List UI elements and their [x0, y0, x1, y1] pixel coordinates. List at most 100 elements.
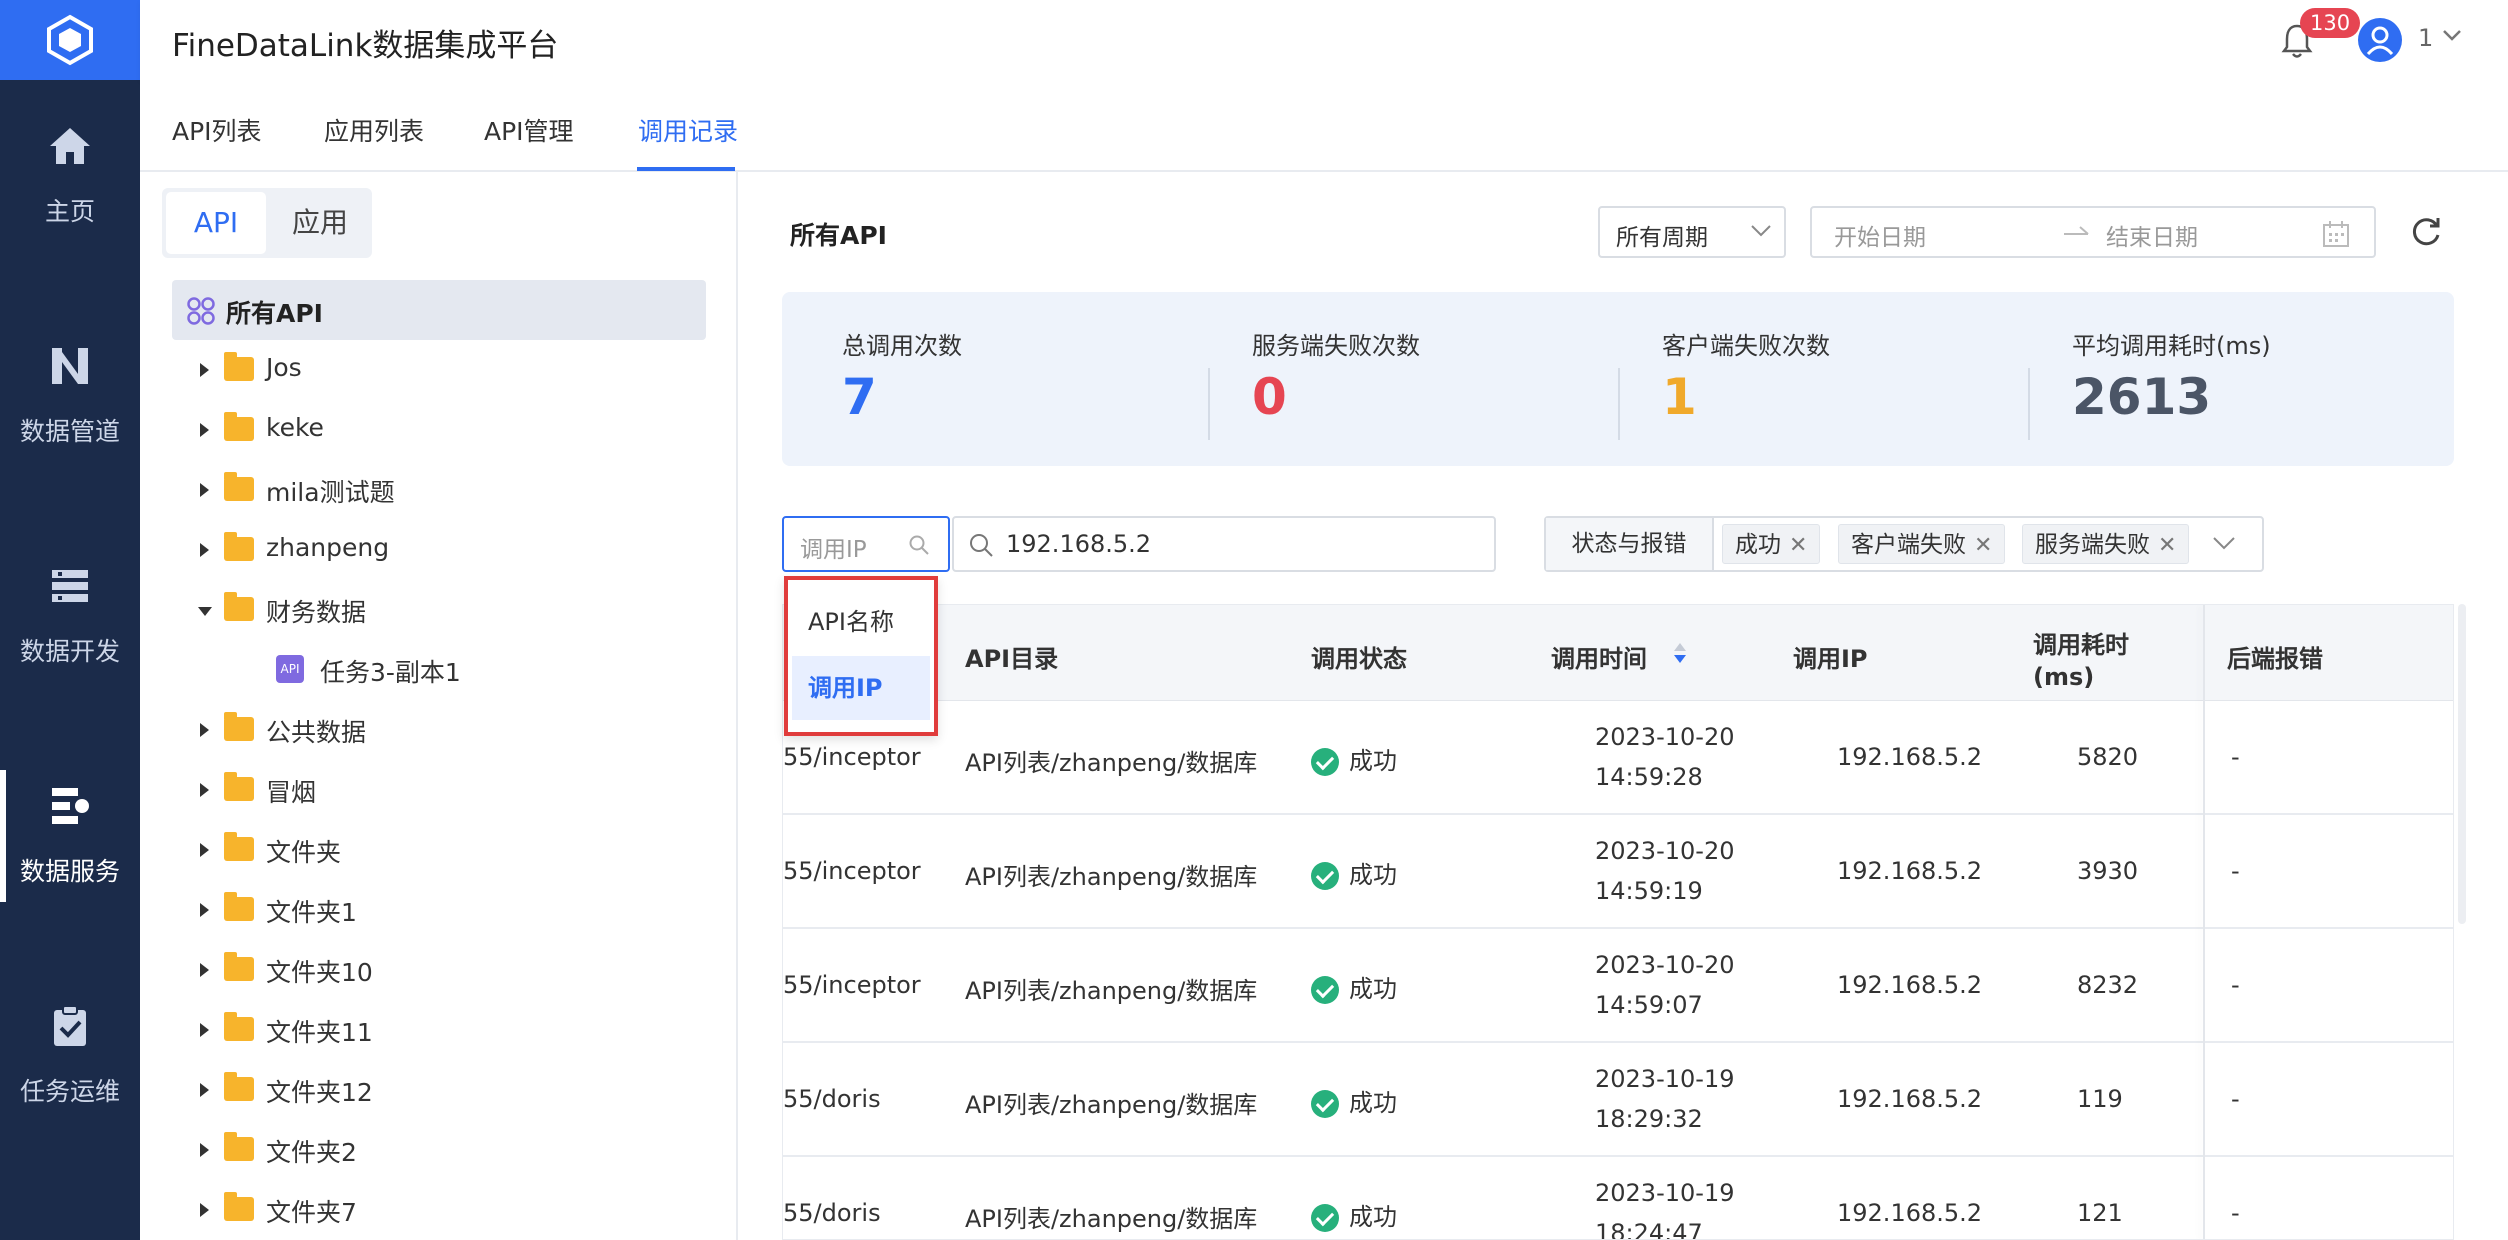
nav-item-dev[interactable]: 数据开发	[0, 536, 140, 696]
expand-caret-icon[interactable]	[200, 783, 209, 797]
status-filter-label: 状态与报错	[1546, 518, 1714, 570]
nav-item-service[interactable]: 数据服务	[0, 756, 140, 916]
start-date-input[interactable]: 开始日期	[1834, 218, 1926, 252]
nav-item-pipeline[interactable]: 数据管道	[0, 316, 140, 476]
nav-label: 数据管道	[19, 417, 120, 446]
app-title: FineDataLink数据集成平台	[172, 28, 559, 64]
column-header: 调用耗时	[2033, 631, 2129, 659]
expand-caret-icon[interactable]	[200, 483, 209, 497]
expand-caret-icon[interactable]	[200, 1143, 209, 1157]
tree-item-all-api[interactable]: 所有API	[172, 280, 706, 340]
folder-icon	[224, 712, 254, 741]
nav-item-home[interactable]: 主页	[0, 96, 140, 256]
expand-caret-icon[interactable]	[200, 423, 209, 437]
user-icon	[2366, 26, 2394, 56]
search-input[interactable]: 192.168.5.2	[952, 516, 1496, 572]
tab-call-records[interactable]: 调用记录	[638, 112, 738, 148]
stat-divider	[2028, 368, 2030, 440]
close-icon[interactable]: ✕	[1974, 533, 1992, 558]
stat-avg-duration: 平均调用耗时(ms) 2613	[2072, 332, 2271, 426]
expand-caret-icon[interactable]	[200, 723, 209, 737]
option-api-name[interactable]: API名称	[792, 590, 930, 654]
search-value: 192.168.5.2	[1006, 530, 1152, 558]
expand-caret-icon[interactable]	[200, 903, 209, 917]
collapse-caret-icon[interactable]	[198, 607, 212, 616]
ops-icon	[48, 1004, 92, 1048]
tab-api-manage[interactable]: API管理	[484, 112, 574, 148]
expand-caret-icon[interactable]	[200, 1203, 209, 1217]
expand-caret-icon[interactable]	[200, 963, 209, 977]
active-tab-indicator	[637, 167, 735, 171]
api-tree-panel: API 应用 所有API Jos keke mila测试题 zhanpeng 财…	[140, 172, 878, 1240]
status-tag: 客户端失败 ✕	[1838, 524, 2006, 564]
column-header: 调用IP	[1793, 645, 1868, 673]
status-cell: 成功	[1311, 855, 1397, 890]
search-field-select[interactable]: 调用IP	[782, 516, 950, 572]
sort-icon[interactable]	[1673, 641, 1687, 665]
status-filter[interactable]: 状态与报错 成功 ✕ 客户端失败 ✕ 服务端失败 ✕	[1544, 516, 2264, 572]
folder-icon	[224, 472, 254, 501]
column-header[interactable]: 调用时间	[1551, 639, 1647, 674]
option-call-ip[interactable]: 调用IP	[792, 656, 930, 720]
stat-value: 2613	[2072, 368, 2212, 426]
period-select[interactable]: 所有周期	[1598, 206, 1786, 258]
stat-total-calls: 总调用次数 7	[842, 332, 962, 426]
user-name[interactable]: 1	[2418, 24, 2433, 52]
search-icon	[970, 534, 993, 557]
refresh-icon[interactable]	[2410, 214, 2444, 248]
chevron-down-icon[interactable]	[2212, 536, 2236, 550]
close-icon[interactable]: ✕	[1789, 533, 1807, 558]
table-scrollbar[interactable]	[2458, 604, 2466, 924]
switch-api-button[interactable]: API	[166, 192, 266, 254]
folder-icon	[224, 1012, 254, 1041]
expand-caret-icon[interactable]	[200, 1023, 209, 1037]
stat-client-failures: 客户端失败次数 1	[1662, 332, 1830, 426]
success-icon	[1311, 1090, 1339, 1118]
nav-label: 主页	[44, 197, 95, 226]
success-icon	[1311, 976, 1339, 1004]
stat-divider	[1208, 368, 1210, 440]
stats-panel: 总调用次数 7 服务端失败次数 0 客户端失败次数 1 平均调用耗时(ms) 2…	[782, 292, 2454, 466]
search-icon	[909, 535, 929, 555]
api-app-switch: API 应用	[162, 188, 372, 258]
column-header: 后端报错	[2227, 645, 2323, 673]
chevron-down-icon[interactable]	[2442, 28, 2462, 42]
date-range-picker[interactable]: 开始日期 结束日期	[1810, 206, 2376, 258]
success-icon	[1311, 748, 1339, 776]
period-value: 所有周期	[1616, 225, 1708, 251]
service-icon	[48, 784, 92, 828]
status-cell: 成功	[1311, 1083, 1397, 1118]
tab-api-list[interactable]: API列表	[172, 112, 262, 148]
status-tag: 成功 ✕	[1722, 524, 1821, 564]
close-icon[interactable]: ✕	[2158, 533, 2176, 558]
expand-caret-icon[interactable]	[200, 843, 209, 857]
avatar[interactable]	[2358, 18, 2402, 62]
app-logo[interactable]	[0, 0, 140, 80]
left-nav: 主页 数据管道 数据开发 数据服务 任务运维	[0, 0, 140, 1240]
tab-app-list[interactable]: 应用列表	[324, 112, 424, 148]
calendar-icon[interactable]	[2322, 220, 2350, 248]
search-field-dropdown: API名称 调用IP	[784, 576, 938, 736]
status-cell: 成功	[1311, 1197, 1397, 1232]
nav-item-ops[interactable]: 任务运维	[0, 976, 140, 1136]
expand-caret-icon[interactable]	[200, 543, 209, 557]
status-cell: 成功	[1311, 969, 1397, 1004]
nav-label: 数据服务	[19, 857, 120, 886]
fixed-column-divider	[2203, 605, 2205, 1239]
nav-label: 数据开发	[19, 637, 120, 666]
column-header-unit: (ms)	[2033, 663, 2095, 691]
switch-app-button[interactable]: 应用	[272, 192, 368, 254]
search-field-placeholder: 调用IP	[800, 537, 867, 563]
status-cell: 成功	[1311, 741, 1397, 776]
status-tag: 服务端失败 ✕	[2022, 524, 2190, 564]
success-icon	[1311, 1204, 1339, 1232]
dev-icon	[48, 564, 92, 608]
end-date-input[interactable]: 结束日期	[2106, 218, 2198, 252]
arrow-right-icon	[2064, 226, 2089, 235]
expand-caret-icon[interactable]	[200, 363, 209, 377]
nav-label: 任务运维	[19, 1077, 120, 1106]
stat-divider	[1618, 368, 1620, 440]
page-title: 所有API	[790, 221, 887, 250]
folder-icon	[224, 952, 254, 981]
expand-caret-icon[interactable]	[200, 1083, 209, 1097]
